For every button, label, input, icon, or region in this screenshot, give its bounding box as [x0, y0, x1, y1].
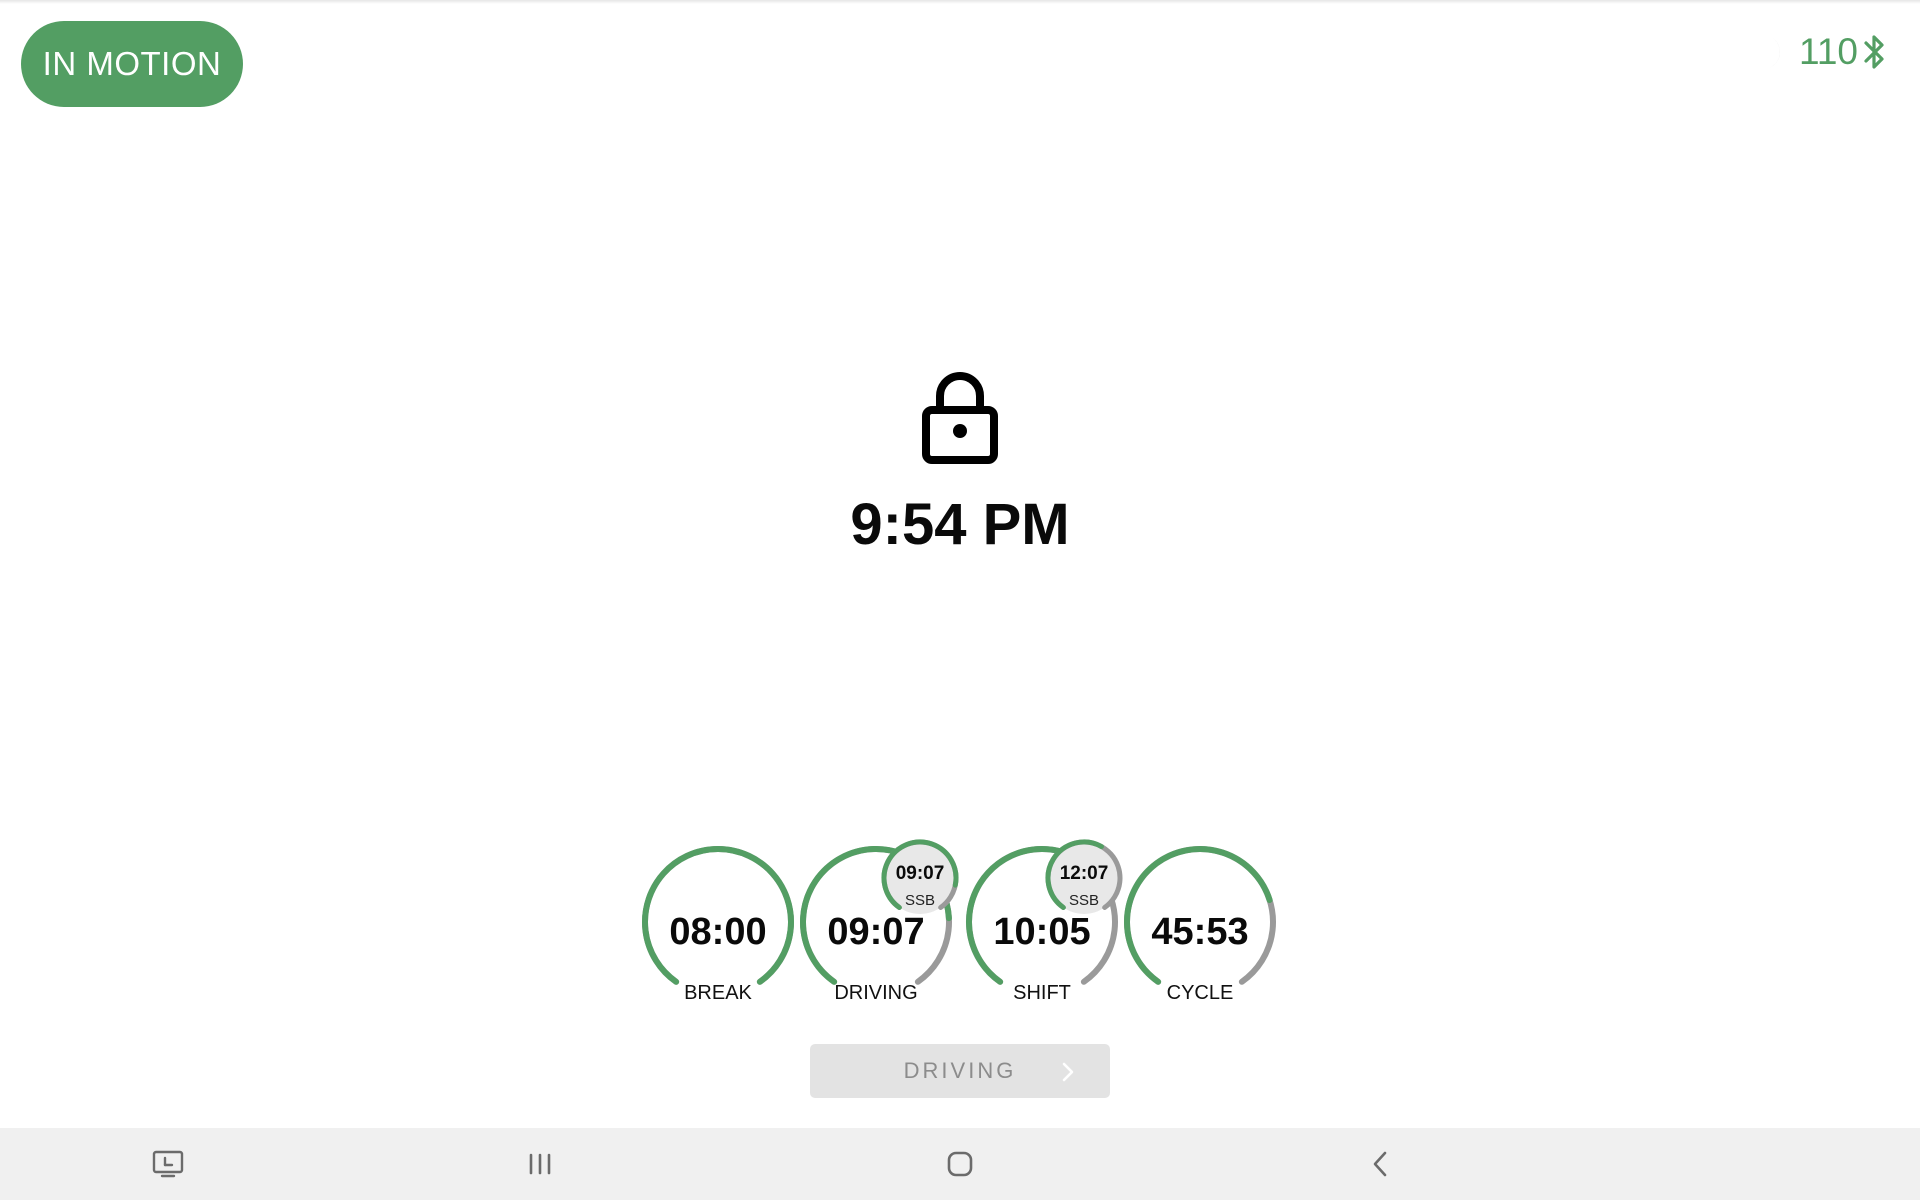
hos-gauges: 08:00 BREAK 09:07 DRIVING 09:07 SSB 10:0…: [0, 839, 1920, 1020]
driving-status-button[interactable]: DRIVING: [810, 1044, 1110, 1098]
break-gauge-value: 08:00: [669, 911, 767, 953]
shift-ssb-value: 12:07: [1059, 863, 1109, 884]
top-shadow: [0, 0, 1920, 4]
screen-cast-icon[interactable]: [128, 1128, 208, 1200]
driving-ssb-value: 09:07: [895, 863, 945, 884]
current-time: 9:54 PM: [850, 492, 1070, 557]
speed-value: 110: [1799, 31, 1858, 72]
break-gauge-label: BREAK: [684, 982, 752, 1004]
android-nav-bar: [0, 1128, 1920, 1200]
status-area: 110: [1755, 30, 1886, 74]
lock-screen: IN MOTION 110 9:54 PM 08:00 BREAK 09:07 …: [0, 0, 1920, 1200]
driving-ssb-label: SSB: [904, 892, 935, 909]
break-gauge[interactable]: 08:00 BREAK: [636, 840, 800, 1020]
driving-status-label: DRIVING: [903, 1058, 1017, 1083]
driving-ssb-gauge: 09:07 SSB: [878, 836, 962, 920]
cycle-gauge-value: 45:53: [1151, 911, 1249, 953]
bluetooth-icon: [1862, 32, 1886, 72]
in-motion-badge: IN MOTION: [21, 21, 243, 107]
driving-gauge-label: DRIVING: [834, 982, 918, 1004]
chevron-right-icon: [1062, 1062, 1074, 1085]
driving-gauge[interactable]: 09:07 DRIVING 09:07 SSB: [794, 839, 959, 1020]
recent-apps-icon[interactable]: [500, 1128, 580, 1200]
shift-gauge-label: SHIFT: [1013, 982, 1071, 1004]
home-icon[interactable]: [920, 1128, 1000, 1200]
cycle-gauge-label: CYCLE: [1166, 982, 1234, 1004]
lock-icon: [920, 368, 1000, 466]
shift-gauge[interactable]: 10:05 SHIFT 12:07 SSB: [960, 839, 1124, 1020]
back-icon[interactable]: [1340, 1128, 1420, 1200]
cycle-gauge[interactable]: 45:53 CYCLE: [1118, 840, 1282, 1020]
shift-ssb-label: SSB: [1068, 892, 1099, 909]
moon-icon: [1755, 32, 1785, 72]
shift-ssb-gauge: 12:07 SSB: [1042, 836, 1126, 920]
